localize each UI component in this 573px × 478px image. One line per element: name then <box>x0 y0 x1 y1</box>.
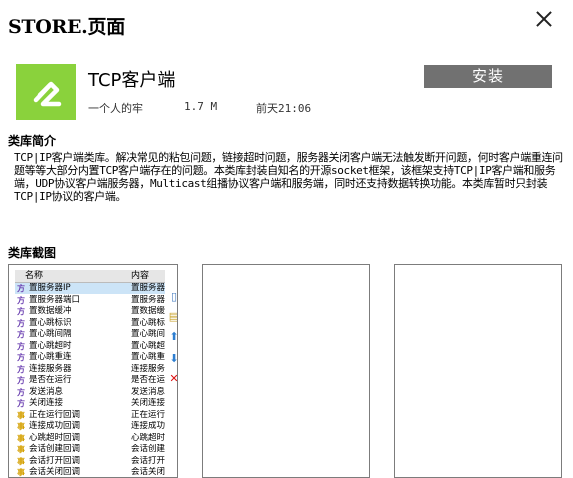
row-value: 置心跳间 <box>131 329 165 339</box>
method-icon: 方 <box>17 318 25 328</box>
row-name: 置数据缓冲 <box>29 306 72 316</box>
event-icon: 事 <box>17 422 25 431</box>
row-value: 置数据缓 <box>131 306 165 316</box>
method-icon: 方 <box>17 399 25 408</box>
table-row[interactable]: 事心跳超时回调 心跳超时 <box>15 433 165 444</box>
table-row[interactable]: 方发送消息 发送消息 <box>15 387 165 398</box>
table-row[interactable]: 事连接成功回调 连接成功 <box>15 421 165 432</box>
row-name: 关闭连接 <box>29 398 64 408</box>
row-value: 会话打开 <box>131 455 165 466</box>
row-name: 置服务器IP <box>29 283 71 293</box>
app-description: TCP|IP客户端类库。解决常见的粘包问题，链接超时问题，服务器关闭客户端无法触… <box>14 151 563 203</box>
row-value: 会话关闭 <box>131 467 165 477</box>
section-screens-heading: 类库截图 <box>8 246 57 260</box>
page-title: STORE.页面 <box>8 16 125 38</box>
app-updated: 前天21:06 <box>256 102 312 115</box>
event-icon: 事 <box>17 468 25 477</box>
row-name: 心跳超时回调 <box>29 432 81 443</box>
row-value: 连接成功 <box>131 421 165 431</box>
row-value: 置服务器 <box>131 294 165 305</box>
table-row[interactable]: 方置服务器端口 置服务器 <box>15 295 165 306</box>
method-icon: 方 <box>17 341 25 351</box>
app-author: 一个人的牢 <box>88 102 143 115</box>
table-row[interactable]: 事会话打开回调 会话打开 <box>15 456 165 467</box>
method-icon: 方 <box>17 295 25 305</box>
table-row[interactable]: 方置心跳标识 置心跳标 <box>15 318 165 329</box>
row-value: 连接服务 <box>131 363 165 374</box>
row-name: 发送消息 <box>29 386 64 397</box>
grid-header: 名称 内容 <box>15 270 165 283</box>
table-row[interactable]: 事会话关闭回调 会话关闭 <box>15 467 165 477</box>
row-value: 心跳超时 <box>131 432 165 443</box>
row-name: 连接服务器 <box>29 363 72 374</box>
row-name: 正在运行回调 <box>29 409 81 420</box>
method-icon: 方 <box>17 353 25 362</box>
table-row[interactable]: 方是否在运行 是否在运 <box>15 375 165 386</box>
grid-header-value: 内容 <box>131 271 150 281</box>
method-icon: 方 <box>17 364 25 374</box>
screenshot-2[interactable] <box>202 264 370 478</box>
event-icon: 事 <box>17 410 25 420</box>
close-icon[interactable] <box>533 8 555 30</box>
event-icon: 事 <box>17 445 25 454</box>
row-name: 连接成功回调 <box>29 421 81 431</box>
up-arrow-icon: ⬆ <box>169 330 178 343</box>
app-icon <box>16 64 76 120</box>
row-name: 置心跳超时 <box>29 340 72 351</box>
app-size: 1.7 M <box>184 100 218 113</box>
row-value: 置服务器 <box>131 283 165 293</box>
row-name: 置心跳标识 <box>29 317 72 328</box>
app-name: TCP客户端 <box>88 70 176 91</box>
table-row[interactable]: 方置服务器IP 置服务器 <box>15 283 165 294</box>
row-name: 是否在运行 <box>29 375 72 385</box>
row-value: 置心跳超 <box>131 340 165 351</box>
row-value: 是否在运 <box>131 375 165 385</box>
method-icon: 方 <box>17 330 25 339</box>
method-icon: 方 <box>17 307 25 316</box>
table-row[interactable]: 事正在运行回调 正在运行 <box>15 410 165 421</box>
row-value: 置心跳重 <box>131 352 165 362</box>
install-button[interactable]: 安装 <box>424 65 552 88</box>
row-name: 置心跳重连 <box>29 352 72 362</box>
table-row[interactable]: 方置数据缓冲 置数据缓 <box>15 306 165 317</box>
delete-icon: ✕ <box>169 372 178 385</box>
grid-header-name: 名称 <box>25 271 44 281</box>
row-name: 会话关闭回调 <box>29 467 81 477</box>
screenshot-1[interactable]: 名称 内容 方置服务器IP 置服务器方置服务器端口 置服务器方置数据缓冲 置数据缓方置… <box>8 264 178 478</box>
table-row[interactable]: 方置心跳重连 置心跳重 <box>15 352 165 363</box>
row-name: 会话创建回调 <box>29 444 81 454</box>
event-icon: 事 <box>17 433 25 443</box>
down-arrow-icon: ⬇ <box>169 352 178 365</box>
event-icon: 事 <box>17 456 25 466</box>
method-icon: 方 <box>17 376 25 385</box>
page-icon: ▯ <box>170 290 178 303</box>
app-logo-icon <box>33 81 62 107</box>
screenshot-3[interactable] <box>394 264 562 478</box>
row-value: 关闭连接 <box>131 398 165 408</box>
table-row[interactable]: 事会话创建回调 会话创建 <box>15 444 165 455</box>
table-row[interactable]: 方置心跳间隔 置心跳间 <box>15 329 165 340</box>
row-value: 正在运行 <box>131 409 165 420</box>
row-value: 置心跳标 <box>131 317 165 328</box>
section-intro-heading: 类库简介 <box>8 134 57 148</box>
table-row[interactable]: 方关闭连接 关闭连接 <box>15 398 165 409</box>
row-name: 置服务器端口 <box>29 294 81 305</box>
table-row[interactable]: 方连接服务器 连接服务 <box>15 364 165 375</box>
row-name: 置心跳间隔 <box>29 329 72 339</box>
row-value: 发送消息 <box>131 386 165 397</box>
row-name: 会话打开回调 <box>29 455 81 466</box>
method-icon: 方 <box>17 387 25 397</box>
table-row[interactable]: 方置心跳超时 置心跳超 <box>15 341 165 352</box>
method-icon: 方 <box>17 284 25 293</box>
edit-icon: ▤ <box>167 311 177 323</box>
row-value: 会话创建 <box>131 444 165 454</box>
